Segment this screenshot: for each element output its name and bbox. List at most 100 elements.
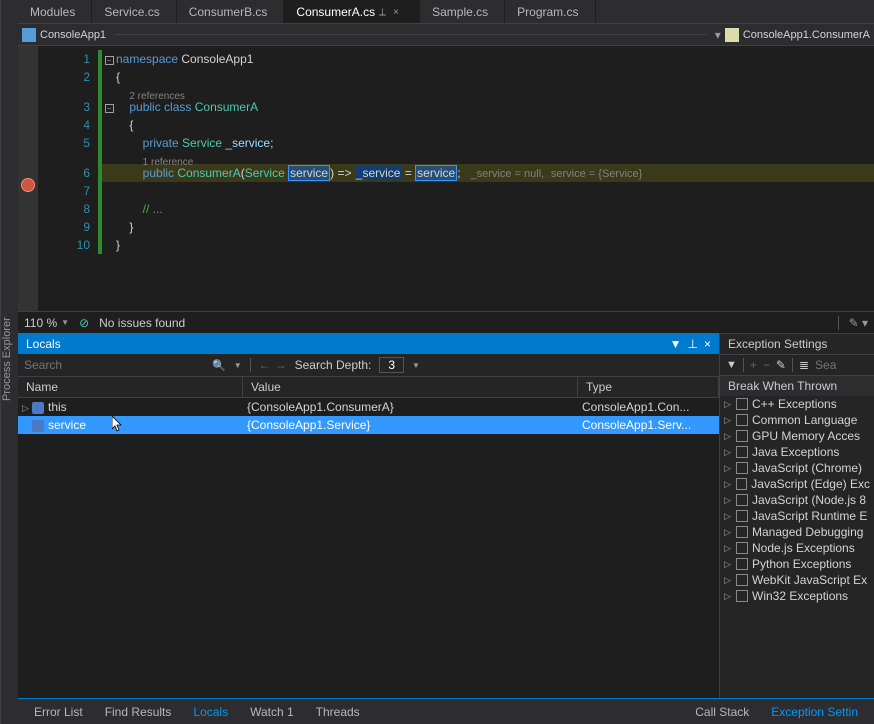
chevron-down-icon[interactable]: ▼	[61, 318, 69, 327]
expand-icon[interactable]: ▷	[724, 463, 732, 474]
search-icon[interactable]: 🔍	[212, 359, 226, 372]
exception-label: GPU Memory Acces	[752, 429, 860, 443]
tab-consumera[interactable]: ConsumerA.cs⟂×	[284, 0, 420, 23]
expand-icon[interactable]: ▷	[724, 527, 732, 538]
col-name-header[interactable]: Name	[18, 377, 243, 397]
dropdown-icon[interactable]: ▾	[715, 28, 721, 42]
tab-watch[interactable]: Watch 1	[240, 701, 304, 723]
separator	[743, 358, 744, 372]
col-value-header[interactable]: Value	[243, 377, 578, 397]
locals-title-bar[interactable]: Locals ▼ ⊥ ×	[18, 334, 719, 354]
chevron-down-icon[interactable]: ▼	[234, 361, 242, 370]
chevron-down-icon[interactable]: ▼	[412, 361, 420, 370]
locals-search-input[interactable]	[24, 358, 204, 372]
exception-item[interactable]: ▷Win32 Exceptions	[720, 588, 874, 604]
pen-icon[interactable]: ✎ ▾	[849, 316, 868, 330]
filter-icon[interactable]: ▼	[726, 359, 737, 371]
close-icon[interactable]: ×	[393, 7, 403, 17]
code-content[interactable]: −namespace ConsoleApp1 { 2 references − …	[98, 46, 874, 311]
nav-project[interactable]: ConsoleApp1	[40, 29, 106, 41]
process-explorer-sidebar[interactable]: Process Explorer	[0, 0, 18, 724]
checkbox[interactable]	[736, 414, 748, 426]
document-tabs: Modules Service.cs ConsumerB.cs Consumer…	[18, 0, 874, 24]
expand-icon[interactable]: ▷	[724, 511, 732, 522]
exception-item[interactable]: ▷JavaScript (Edge) Exc	[720, 476, 874, 492]
prev-icon[interactable]: ←	[259, 358, 271, 372]
ctor-name: ConsumerA	[174, 166, 241, 180]
depth-label: Search Depth:	[295, 358, 372, 372]
tab-program[interactable]: Program.cs	[505, 0, 595, 23]
expand-icon[interactable]: ▷	[724, 543, 732, 554]
window-position-icon[interactable]: ▼	[670, 337, 682, 351]
locals-row-service[interactable]: service {ConsoleApp1.Service} ConsoleApp…	[18, 416, 719, 434]
tab-service[interactable]: Service.cs	[92, 0, 176, 23]
checkbox[interactable]	[736, 542, 748, 554]
exception-item[interactable]: ▷Common Language	[720, 412, 874, 428]
close-icon[interactable]: ×	[704, 337, 711, 351]
exception-label: Java Exceptions	[752, 445, 839, 459]
tab-locals[interactable]: Locals	[183, 701, 238, 723]
tab-error-list[interactable]: Error List	[24, 701, 93, 723]
locals-row-this[interactable]: ▷this {ConsoleApp1.ConsumerA} ConsoleApp…	[18, 398, 719, 416]
exception-item[interactable]: ▷WebKit JavaScript Ex	[720, 572, 874, 588]
list-icon[interactable]: ≣	[799, 358, 809, 372]
breakpoint-gutter[interactable]	[18, 46, 38, 311]
exception-item[interactable]: ▷ Java Exceptions	[720, 444, 874, 460]
tab-sample[interactable]: Sample.cs	[420, 0, 505, 23]
tab-consumerb[interactable]: ConsumerB.cs	[177, 0, 285, 23]
issues-text[interactable]: No issues found	[99, 316, 185, 330]
tab-find-results[interactable]: Find Results	[95, 701, 182, 723]
expand-icon[interactable]: ▷	[724, 479, 732, 490]
exception-item[interactable]: ▷JavaScript (Node.js 8	[720, 492, 874, 508]
checkbox[interactable]	[736, 478, 748, 490]
depth-value[interactable]: 3	[379, 357, 404, 373]
exception-item[interactable]: ▷JavaScript Runtime E	[720, 508, 874, 524]
checkbox[interactable]	[736, 446, 748, 458]
edit-icon[interactable]: ✎	[776, 358, 786, 372]
checkbox[interactable]	[736, 462, 748, 474]
nav-member[interactable]: ConsoleApp1.ConsumerA	[743, 29, 870, 41]
exception-item[interactable]: ▷ GPU Memory Acces	[720, 428, 874, 444]
tab-call-stack[interactable]: Call Stack	[685, 701, 759, 723]
expand-icon[interactable]: ▷	[724, 591, 732, 602]
zoom-combo[interactable]: 110 % ▼	[24, 316, 69, 330]
tab-threads[interactable]: Threads	[306, 701, 370, 723]
identifier: ConsoleApp1	[178, 52, 253, 66]
exception-item[interactable]: ▷Node.js Exceptions	[720, 540, 874, 556]
tab-modules[interactable]: Modules	[18, 0, 92, 23]
checkbox[interactable]	[736, 590, 748, 602]
expand-icon[interactable]: ▷	[724, 415, 732, 426]
pin-icon[interactable]: ⊥	[688, 337, 698, 351]
exception-title[interactable]: Exception Settings	[720, 334, 874, 355]
next-icon[interactable]: →	[275, 358, 287, 372]
checkbox[interactable]	[736, 430, 748, 442]
exception-item[interactable]: ▷C++ Exceptions	[720, 396, 874, 412]
remove-icon[interactable]: −	[763, 358, 770, 372]
expand-icon[interactable]: ▷	[724, 575, 732, 586]
fold-icon[interactable]: −	[105, 56, 114, 65]
expand-icon[interactable]: ▷	[22, 403, 32, 414]
exception-search-input[interactable]	[815, 358, 841, 372]
expand-icon[interactable]: ▷	[724, 559, 732, 570]
code-editor[interactable]: 1 2 3 4 5 6 7 8 9 10 −namespace ConsoleA…	[18, 46, 874, 311]
expand-icon[interactable]: ▷	[724, 447, 732, 458]
breakpoint-icon[interactable]	[21, 178, 35, 192]
exception-item[interactable]: ▷Managed Debugging	[720, 524, 874, 540]
checkbox[interactable]	[736, 494, 748, 506]
exception-item[interactable]: ▷JavaScript (Chrome)	[720, 460, 874, 476]
checkbox[interactable]	[736, 398, 748, 410]
expand-icon[interactable]: ▷	[724, 431, 732, 442]
add-icon[interactable]: +	[750, 358, 757, 372]
checkbox[interactable]	[736, 558, 748, 570]
exception-item[interactable]: ▷Python Exceptions	[720, 556, 874, 572]
checkbox[interactable]	[736, 574, 748, 586]
grid-header: Name Value Type	[18, 377, 719, 398]
fold-icon[interactable]: −	[105, 104, 114, 113]
expand-icon[interactable]: ▷	[724, 495, 732, 506]
checkbox[interactable]	[736, 526, 748, 538]
expand-icon[interactable]: ▷	[724, 399, 732, 410]
checkbox[interactable]	[736, 510, 748, 522]
pin-icon[interactable]: ⟂	[379, 7, 389, 17]
col-type-header[interactable]: Type	[578, 377, 719, 397]
tab-exception-settings[interactable]: Exception Settin	[761, 701, 868, 723]
